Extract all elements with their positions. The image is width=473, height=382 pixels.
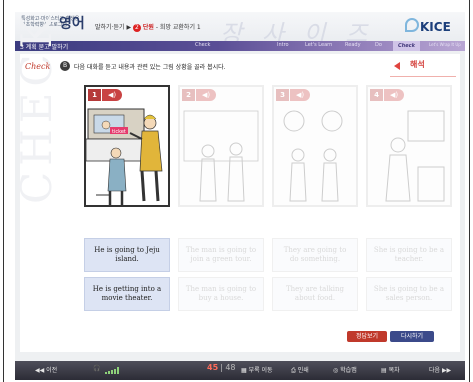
option-3a[interactable]: They are going to do something. bbox=[272, 238, 358, 272]
option-2a[interactable]: The man is going to join a green tour. bbox=[178, 238, 264, 272]
list-icon: ▤ bbox=[381, 367, 389, 374]
page-indicator: 45 | 48 bbox=[207, 363, 236, 372]
nav-step-do[interactable]: Do bbox=[375, 42, 382, 48]
picture-card-3[interactable]: 3 ◀) bbox=[272, 85, 358, 207]
crumb-lesson: - 희망 교환하기 1 bbox=[155, 24, 201, 31]
lesson-app: 특성화고·마이스터고 학생용 기초학력향상프로그램 영어 말하기·듣기 ▶ 2 … bbox=[15, 12, 465, 380]
translate-button[interactable]: 해석 bbox=[410, 59, 425, 70]
prev-button[interactable]: ◀◀ 이전 bbox=[35, 365, 57, 374]
contents-button[interactable]: ▤ 목차 bbox=[381, 365, 400, 374]
arrow-left-icon bbox=[394, 62, 400, 70]
print-icon: ⎙ bbox=[291, 367, 298, 374]
picture-card-4[interactable]: 4 ◀) bbox=[366, 85, 452, 207]
show-answer-button[interactable]: 정답보기 bbox=[347, 331, 387, 342]
print-label: 인쇄 bbox=[297, 367, 309, 374]
print-button[interactable]: ⎙ 인쇄 bbox=[291, 365, 309, 375]
speaker-icon[interactable]: ◀) bbox=[384, 89, 404, 101]
volume-slider[interactable] bbox=[105, 367, 121, 374]
nav-step-check-active[interactable]: Check bbox=[393, 41, 420, 51]
speaker-icon[interactable]: ◀) bbox=[196, 89, 216, 101]
footer-bar: ◀◀ 이전 🎧 45 | 48 ▦ 부록 이동 ⎙ 인쇄 ◎ 학습맵 ▤ 목차 … bbox=[15, 361, 465, 380]
option-1a[interactable]: He is going to Jeju island. bbox=[84, 238, 170, 272]
picture-number: 3 bbox=[276, 89, 289, 101]
option-3b[interactable]: They are talking about food. bbox=[272, 277, 358, 311]
translate-underline bbox=[390, 76, 456, 77]
window-frame: 특성화고·마이스터고 학생용 기초학력향상프로그램 영어 말하기·듣기 ▶ 2 … bbox=[3, 0, 470, 382]
kice-logo: KICE bbox=[420, 20, 451, 34]
crumb-separator-icon: ▶ bbox=[126, 24, 133, 31]
speaker-icon[interactable]: ◀) bbox=[290, 89, 310, 101]
breadcrumb: 말하기·듣기 ▶ 2 단원 - 희망 교환하기 1 bbox=[95, 22, 201, 32]
check-label: Check bbox=[25, 62, 51, 71]
group-illustration bbox=[283, 110, 343, 202]
grid-icon: ▦ bbox=[241, 367, 249, 374]
question-number: B bbox=[60, 61, 70, 71]
page-current: 45 bbox=[207, 363, 219, 372]
picture-number: 1 bbox=[88, 89, 101, 101]
kice-logo-icon bbox=[405, 18, 419, 32]
ticket-booth-illustration: ticket bbox=[86, 108, 163, 205]
nav-step-check-intro[interactable]: Check bbox=[195, 42, 210, 48]
brand-title: 영어 bbox=[59, 16, 85, 32]
nav-step-wrap-up[interactable]: Let's Wrap It Up bbox=[429, 42, 461, 47]
picture-card-1[interactable]: 1 ◀) ticket bbox=[84, 85, 170, 207]
watermark-text: CHECK bbox=[15, 12, 61, 204]
appendix-label: 부록 이동 bbox=[248, 367, 273, 374]
woman-illustration bbox=[385, 110, 445, 202]
picture-card-2[interactable]: 2 ◀) bbox=[178, 85, 264, 207]
main-content: CHECK Check B 다음 대화를 듣고 내용과 관련 있는 그림 상황을… bbox=[15, 12, 460, 352]
speaker-icon[interactable]: ◀) bbox=[102, 89, 122, 101]
option-4b[interactable]: She is going to be a sales person. bbox=[366, 277, 452, 311]
learning-map-button[interactable]: ◎ 학습맵 bbox=[333, 365, 357, 374]
nav-step-intro[interactable]: Intro bbox=[277, 42, 289, 48]
option-2b[interactable]: The man is going to buy a house. bbox=[178, 277, 264, 311]
contents-label: 목차 bbox=[388, 367, 400, 374]
picture-number: 4 bbox=[370, 89, 383, 101]
retry-button[interactable]: 다시하기 bbox=[390, 331, 434, 342]
option-1b[interactable]: He is getting into a movie theater. bbox=[84, 277, 170, 311]
headphone-icon[interactable]: 🎧 bbox=[93, 365, 100, 372]
lesson-nav: 3 계획 묻고 말하기 Check Intro Let's Learn Read… bbox=[15, 41, 465, 51]
ticket-sign-text: ticket bbox=[112, 129, 126, 135]
appendix-button[interactable]: ▦ 부록 이동 bbox=[241, 365, 273, 374]
page-total: 48 bbox=[225, 363, 236, 372]
option-4a[interactable]: She is going to be a teacher. bbox=[366, 238, 452, 272]
next-button[interactable]: 다음 ▶▶ bbox=[429, 365, 451, 374]
nav-step-lets-learn[interactable]: Let's Learn bbox=[305, 42, 332, 48]
learning-map-label: 학습맵 bbox=[340, 367, 357, 374]
nav-step-ready[interactable]: Ready bbox=[345, 42, 361, 48]
unit-number-badge: 2 bbox=[132, 23, 141, 32]
crumb-unit: 단원 bbox=[142, 24, 154, 31]
couple-illustration bbox=[183, 110, 259, 202]
picture-number: 2 bbox=[182, 89, 195, 101]
crumb-section: 말하기·듣기 bbox=[95, 24, 125, 31]
instruction-text: 다음 대화를 듣고 내용과 관련 있는 그림 상황을 골라 봅시다. bbox=[74, 64, 226, 71]
